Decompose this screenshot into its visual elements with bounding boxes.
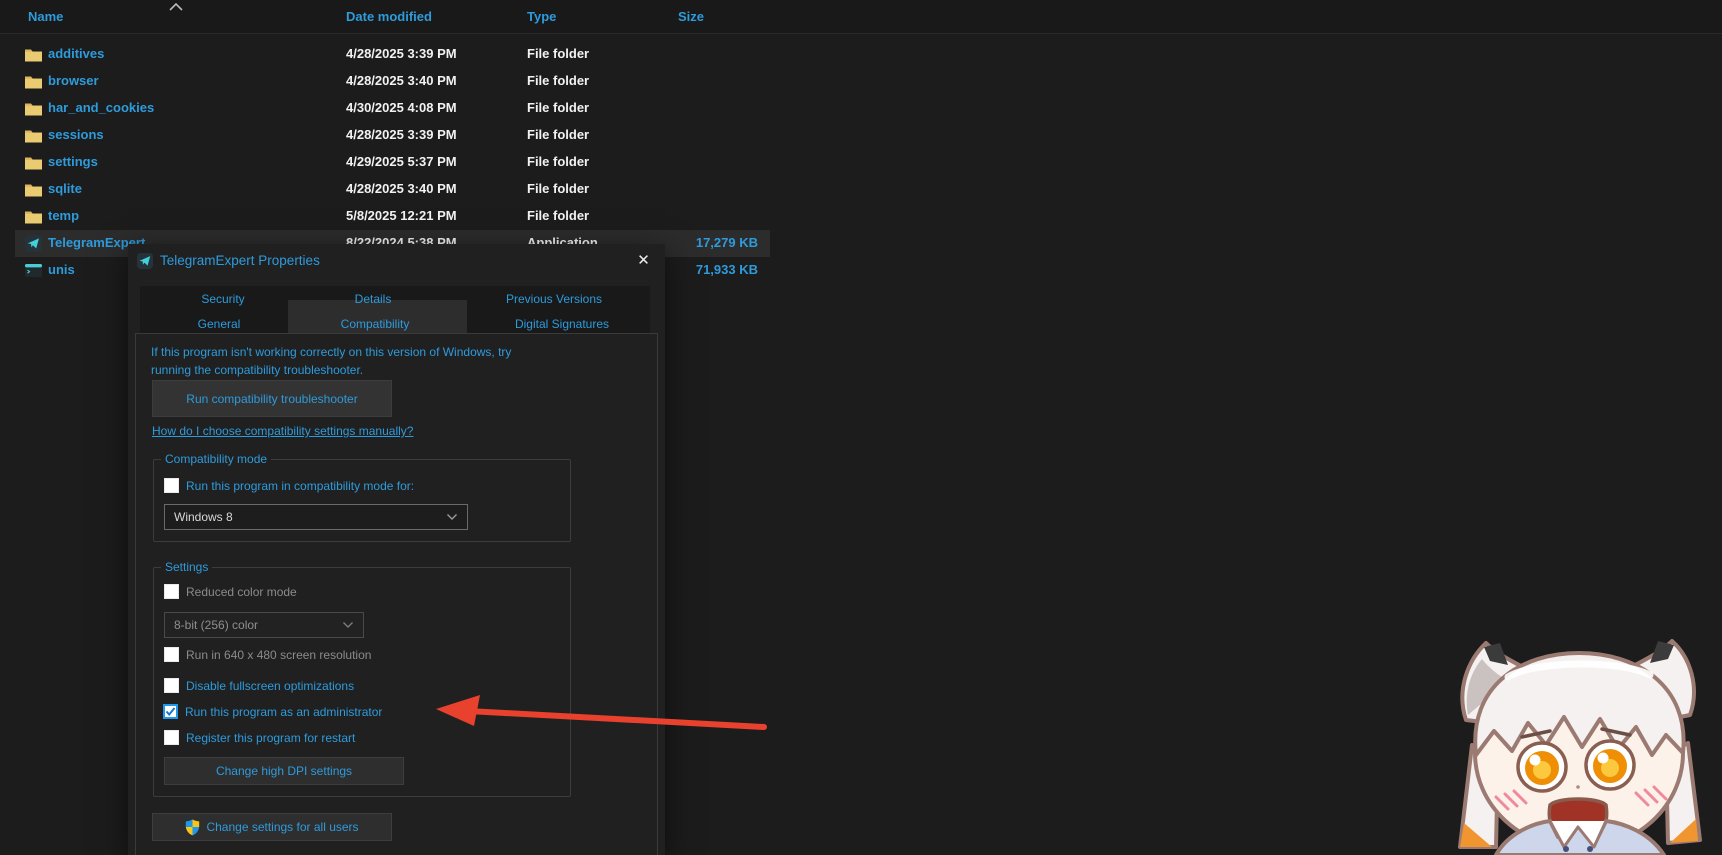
checkbox-label: Run this program as an administrator: [185, 705, 382, 719]
uac-shield-icon: [185, 819, 200, 836]
compatibility-mode-checkbox-row[interactable]: Run this program in compatibility mode f…: [164, 478, 414, 493]
file-name: browser: [48, 73, 99, 88]
folder-icon: [24, 72, 43, 91]
intro-line-2: running the compatibility troubleshooter…: [151, 361, 641, 379]
color-mode-dropdown[interactable]: 8-bit (256) color: [164, 612, 364, 638]
tab-compatibility[interactable]: Compatibility: [341, 317, 410, 331]
folder-icon: [24, 99, 43, 118]
file-size: 71,933 KB: [658, 262, 758, 277]
checkbox-label: Register this program for restart: [186, 731, 355, 745]
file-type: File folder: [527, 100, 589, 115]
file-row-sqlite[interactable]: sqlite 4/28/2025 3:40 PM File folder: [0, 176, 1722, 203]
run-compatibility-troubleshooter-button[interactable]: Run compatibility troubleshooter: [152, 380, 392, 417]
folder-icon: [24, 45, 43, 64]
group-label: Compatibility mode: [161, 452, 271, 466]
folder-icon: [24, 126, 43, 145]
file-type: File folder: [527, 208, 589, 223]
column-header-name[interactable]: Name: [28, 9, 63, 24]
checkmark-icon: [165, 706, 176, 717]
dropdown-value: Windows 8: [174, 510, 233, 524]
list-header: Name Date modified Type Size: [0, 0, 1722, 34]
compatibility-os-dropdown[interactable]: Windows 8: [164, 504, 468, 530]
intro-line-1: If this program isn't working correctly …: [151, 343, 641, 361]
column-header-type[interactable]: Type: [527, 9, 556, 24]
file-name: sqlite: [48, 181, 82, 196]
file-row-har-and-cookies[interactable]: har_and_cookies 4/30/2025 4:08 PM File f…: [0, 95, 1722, 122]
dialog-title: TelegramExpert Properties: [160, 253, 320, 268]
reduced-color-mode-checkbox-row[interactable]: Reduced color mode: [164, 584, 297, 599]
file-size: 17,279 KB: [658, 235, 758, 250]
folder-icon: [24, 153, 43, 172]
file-date: 4/28/2025 3:40 PM: [346, 73, 457, 88]
file-row-browser[interactable]: browser 4/28/2025 3:40 PM File folder: [0, 68, 1722, 95]
intro-text: If this program isn't working correctly …: [151, 343, 641, 379]
file-row-temp[interactable]: temp 5/8/2025 12:21 PM File folder: [0, 203, 1722, 230]
checkbox-unchecked[interactable]: [164, 730, 179, 745]
file-type: File folder: [527, 181, 589, 196]
dialog-titlebar[interactable]: TelegramExpert Properties ✕: [128, 244, 665, 278]
sort-ascending-icon[interactable]: [168, 3, 184, 11]
file-row-additives[interactable]: additives 4/28/2025 3:39 PM File folder: [0, 41, 1722, 68]
checkbox-label: Run in 640 x 480 screen resolution: [186, 648, 371, 662]
dropdown-value: 8-bit (256) color: [174, 618, 258, 632]
file-date: 4/29/2025 5:37 PM: [346, 154, 457, 169]
telegram-app-icon: [24, 234, 43, 253]
file-type: File folder: [527, 154, 589, 169]
file-date: 4/28/2025 3:40 PM: [346, 181, 457, 196]
checkbox-label: Run this program in compatibility mode f…: [186, 479, 414, 493]
folder-icon: [24, 180, 43, 199]
checkbox-unchecked[interactable]: [164, 584, 179, 599]
checkbox-checked[interactable]: [163, 704, 178, 719]
file-type: File folder: [527, 127, 589, 142]
button-label: Change settings for all users: [206, 820, 358, 834]
tab-digital-signatures[interactable]: Digital Signatures: [515, 317, 609, 331]
anime-character-sticker: [1438, 615, 1722, 855]
checkbox-unchecked[interactable]: [164, 478, 179, 493]
column-header-date-modified[interactable]: Date modified: [346, 9, 432, 24]
tab-strip: Security Details Previous Versions Gener…: [140, 286, 650, 333]
tab-details[interactable]: Details: [355, 292, 392, 306]
disable-fullscreen-optimizations-checkbox-row[interactable]: Disable fullscreen optimizations: [164, 678, 354, 693]
chevron-down-icon: [446, 513, 458, 521]
explorer-window: Name Date modified Type Size additives 4…: [0, 0, 1722, 855]
file-date: 4/30/2025 4:08 PM: [346, 100, 457, 115]
change-settings-for-all-users-button[interactable]: Change settings for all users: [152, 813, 392, 841]
file-name: settings: [48, 154, 98, 169]
register-for-restart-checkbox-row[interactable]: Register this program for restart: [164, 730, 355, 745]
checkbox-label: Disable fullscreen optimizations: [186, 679, 354, 693]
file-date: 5/8/2025 12:21 PM: [346, 208, 457, 223]
change-high-dpi-settings-button[interactable]: Change high DPI settings: [164, 757, 404, 785]
640x480-checkbox-row[interactable]: Run in 640 x 480 screen resolution: [164, 647, 371, 662]
file-row-sessions[interactable]: sessions 4/28/2025 3:39 PM File folder: [0, 122, 1722, 149]
terminal-file-icon: [24, 261, 43, 280]
close-icon[interactable]: ✕: [622, 244, 665, 276]
file-row-settings[interactable]: settings 4/29/2025 5:37 PM File folder: [0, 149, 1722, 176]
group-label: Settings: [161, 560, 212, 574]
file-type: File folder: [527, 73, 589, 88]
file-name: unis: [48, 262, 75, 277]
file-date: 4/28/2025 3:39 PM: [346, 46, 457, 61]
tab-security[interactable]: Security: [201, 292, 244, 306]
run-as-administrator-checkbox-row[interactable]: Run this program as an administrator: [163, 704, 382, 719]
file-name: temp: [48, 208, 79, 223]
file-name: har_and_cookies: [48, 100, 154, 115]
telegram-app-icon: [136, 252, 154, 270]
checkbox-unchecked[interactable]: [164, 678, 179, 693]
file-date: 4/28/2025 3:39 PM: [346, 127, 457, 142]
checkbox-label: Reduced color mode: [186, 585, 297, 599]
tab-general[interactable]: General: [198, 317, 241, 331]
column-header-size[interactable]: Size: [678, 9, 704, 24]
chevron-down-icon: [342, 621, 354, 629]
properties-dialog: TelegramExpert Properties ✕ Security Det…: [128, 244, 665, 855]
compatibility-help-link[interactable]: How do I choose compatibility settings m…: [152, 424, 413, 438]
checkbox-unchecked[interactable]: [164, 647, 179, 662]
file-type: File folder: [527, 46, 589, 61]
file-name: sessions: [48, 127, 104, 142]
file-name: additives: [48, 46, 104, 61]
folder-icon: [24, 207, 43, 226]
tab-previous-versions[interactable]: Previous Versions: [506, 292, 602, 306]
